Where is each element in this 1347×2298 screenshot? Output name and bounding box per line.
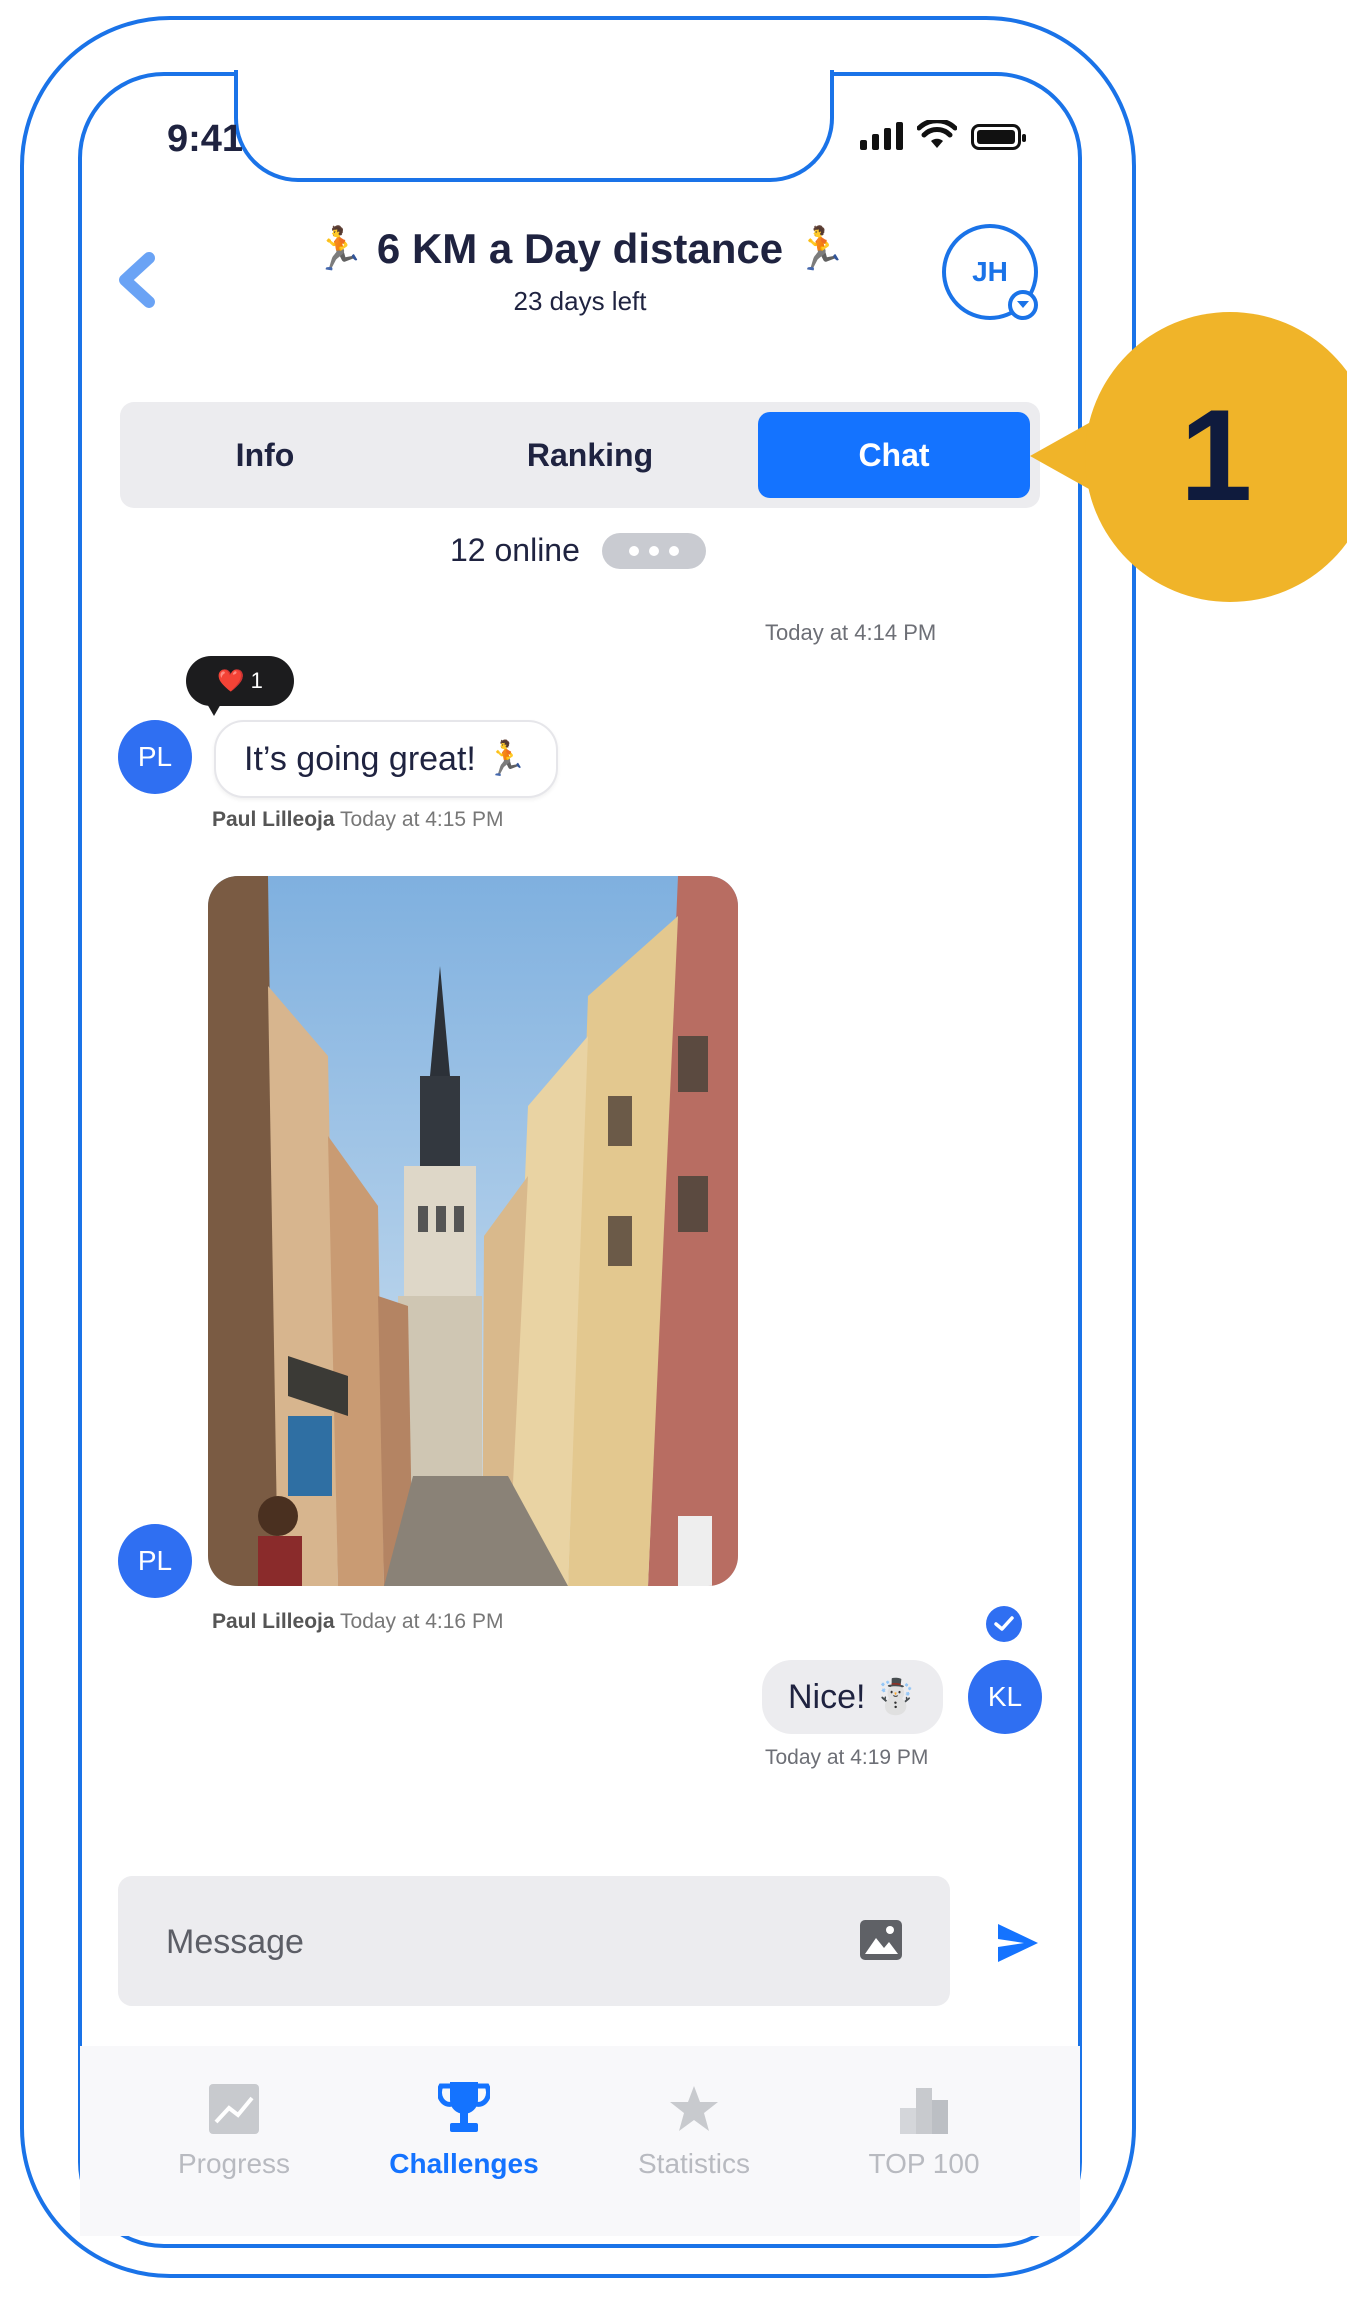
nav-label: Statistics xyxy=(637,2148,751,2179)
message-time: Today at 4:15 PM xyxy=(340,808,504,831)
reaction-tail xyxy=(206,702,222,716)
message-text: It’s going great! 🏃 xyxy=(244,740,528,778)
podium-icon xyxy=(824,2080,1024,2134)
tab-ranking[interactable]: Ranking xyxy=(440,402,740,508)
avatar-initials: PL xyxy=(137,1545,173,1576)
nav-item-challenges[interactable]: Challenges xyxy=(364,2080,564,2180)
send-icon[interactable] xyxy=(994,1920,1042,1966)
callout-number: 1 xyxy=(1180,382,1253,528)
tab-info[interactable]: Info xyxy=(120,402,410,508)
message-input[interactable] xyxy=(164,1876,808,2008)
read-check-icon xyxy=(986,1606,1022,1642)
image-icon[interactable] xyxy=(858,1918,904,1962)
status-icons xyxy=(860,120,1026,150)
avatar[interactable]: PL xyxy=(118,720,192,794)
message-time: Today at 4:19 PM xyxy=(765,1746,929,1769)
more-options-icon[interactable] xyxy=(601,532,706,569)
message-bubble-outgoing[interactable]: Nice! ☃️ xyxy=(762,1660,944,1734)
online-count: 12 online xyxy=(450,532,580,568)
nav-item-top100[interactable]: TOP 100 xyxy=(824,2080,1024,2180)
signal-icon xyxy=(860,120,903,150)
avatar[interactable]: PL xyxy=(118,1524,192,1598)
trophy-icon xyxy=(364,2080,564,2134)
nav-label: Challenges xyxy=(389,2148,539,2179)
challenge-title: 🏃 6 KM a Day distance 🏃 xyxy=(312,225,848,272)
nav-label: Progress xyxy=(177,2148,291,2179)
chat-timestamp: Today at 4:14 PM xyxy=(765,620,937,645)
nav-label: TOP 100 xyxy=(868,2148,980,2179)
message-bubble[interactable]: It’s going great! 🏃 xyxy=(214,720,558,798)
segmented-tabs: Info Ranking Chat xyxy=(120,402,1040,508)
battery-icon xyxy=(971,124,1026,150)
reaction-badge[interactable]: ❤️ 1 xyxy=(186,656,294,706)
days-left: 23 days left xyxy=(513,286,647,316)
photo-message[interactable] xyxy=(208,876,738,1586)
message-author: Paul Lilleoja xyxy=(212,808,335,831)
reaction-count: 1 xyxy=(250,668,263,693)
message-text: Nice! ☃️ xyxy=(788,1678,918,1716)
heart-icon: ❤️ xyxy=(217,668,245,693)
nav-item-progress[interactable]: Progress xyxy=(134,2080,334,2180)
message-meta: Paul Lilleoja Today at 4:16 PM xyxy=(212,1610,503,1634)
phone-notch xyxy=(234,70,834,182)
user-initials: JH xyxy=(972,256,1008,287)
bottom-navigation: Progress Challenges Statistics TOP 100 xyxy=(80,2046,1080,2236)
star-icon xyxy=(594,2080,794,2134)
chart-icon xyxy=(134,2080,334,2134)
tab-chat[interactable]: Chat xyxy=(758,412,1030,498)
street-photo xyxy=(208,876,738,1586)
wifi-icon xyxy=(917,120,957,148)
online-status: 12 online xyxy=(450,532,706,569)
message-composer xyxy=(118,1876,950,2008)
message-meta: Paul Lilleoja Today at 4:15 PM xyxy=(212,808,503,832)
avatar-initials: KL xyxy=(987,1681,1023,1712)
avatar[interactable]: KL xyxy=(968,1660,1042,1734)
avatar-initials: PL xyxy=(137,741,173,772)
message-author: Paul Lilleoja xyxy=(212,1610,335,1633)
nav-item-statistics[interactable]: Statistics xyxy=(594,2080,794,2180)
message-time: Today at 4:16 PM xyxy=(340,1610,504,1633)
status-time: 9:41 xyxy=(167,118,244,160)
chevron-down-icon[interactable] xyxy=(1008,290,1038,320)
back-chevron-icon[interactable] xyxy=(115,252,161,308)
